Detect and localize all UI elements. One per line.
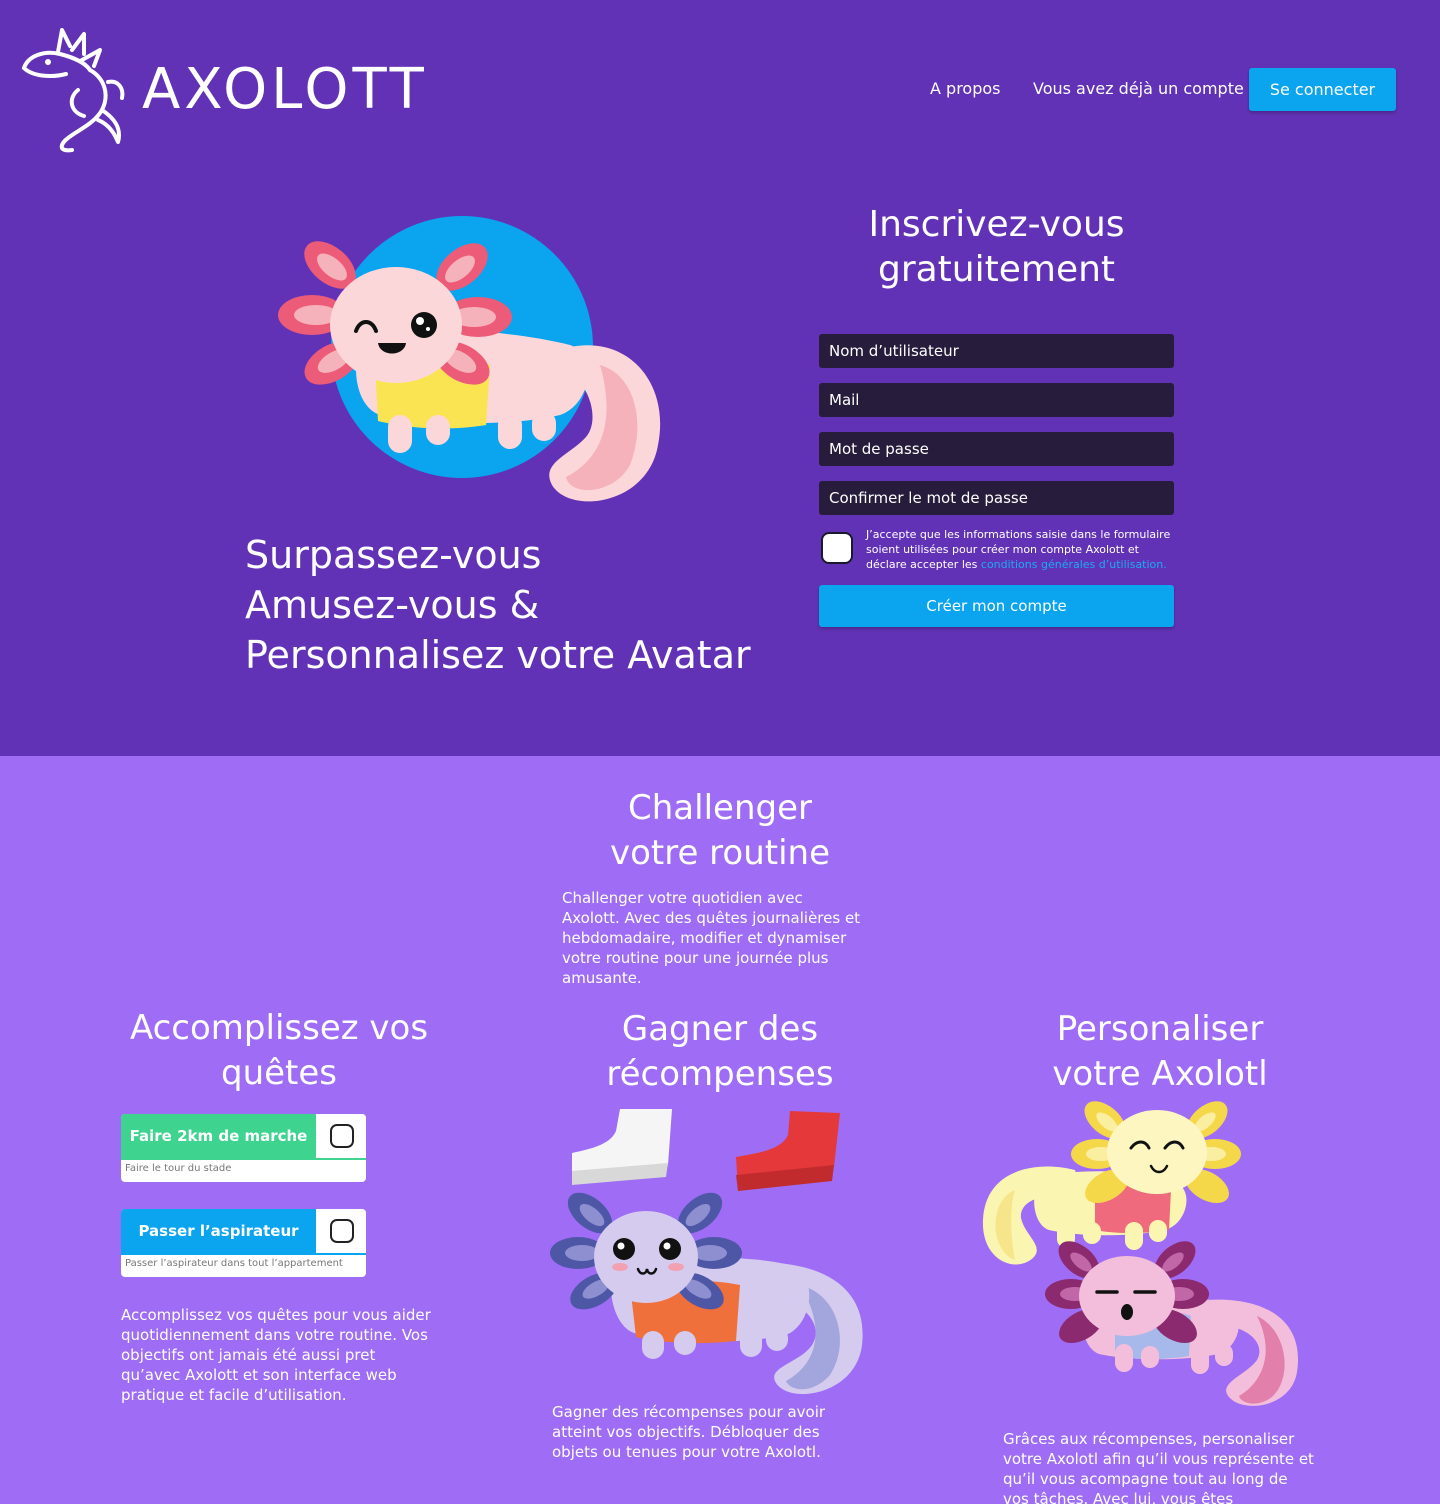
customize-title: Personaliser votre Axolotl xyxy=(1000,1007,1320,1097)
username-field[interactable] xyxy=(819,334,1174,368)
password-field[interactable] xyxy=(819,432,1174,466)
quest-checkbox[interactable] xyxy=(317,1209,366,1253)
customize-illustration xyxy=(982,1101,1299,1406)
consent-checkbox[interactable] xyxy=(821,532,853,564)
logo-text: AXOLOTT xyxy=(142,57,428,122)
customize-text: Grâces aux récompenses, personaliser vot… xyxy=(1003,1430,1314,1504)
login-button[interactable]: Se connecter xyxy=(1249,68,1396,111)
quest-card-header: Faire 2km de marche xyxy=(121,1114,316,1158)
rewards-title-line-1: Gagner des xyxy=(621,1009,819,1049)
quests-title: Accomplissez vos quêtes xyxy=(100,1006,458,1096)
red-boot-icon xyxy=(736,1111,840,1191)
logo[interactable]: AXOLOTT xyxy=(18,20,428,155)
quests-title-line-1: Accomplissez vos xyxy=(129,1008,429,1048)
quest-card[interactable]: Passer l’aspirateur Passer l’aspirateur … xyxy=(121,1209,366,1277)
routine-title: Challenger votre routine xyxy=(540,786,900,876)
nav-have-account-text: Vous avez déjà un compte ? xyxy=(1033,79,1258,98)
quest-title: Passer l’aspirateur xyxy=(138,1222,299,1240)
routine-title-line-1: Challenger xyxy=(628,788,812,828)
consent-text: J’accepte que les informations saisie da… xyxy=(866,527,1176,572)
signup-title: Inscrivez-vous gratuitement xyxy=(819,202,1174,292)
rewards-title: Gagner des récompenses xyxy=(560,1007,880,1097)
hero-axolotl-illustration xyxy=(278,216,661,502)
quest-divider xyxy=(121,1158,366,1160)
rewards-illustration xyxy=(550,1109,863,1395)
quest-subtitle: Faire le tour du stade xyxy=(125,1163,232,1174)
axolotl-logo-icon xyxy=(22,28,125,153)
routine-title-line-2: votre routine xyxy=(609,833,831,873)
hero-tagline-line-3: Personnalisez votre Avatar xyxy=(245,633,751,677)
rewards-text: Gagner des récompenses pour avoir attein… xyxy=(552,1403,826,1461)
routine-text: Challenger votre quotidien avec Axolott.… xyxy=(562,889,861,987)
quest-divider xyxy=(121,1253,366,1255)
customize-title-line-1: Personaliser xyxy=(1056,1009,1264,1049)
signup-title-line-2: gratuitement xyxy=(877,249,1116,290)
quest-card[interactable]: Faire 2km de marche Faire le tour du sta… xyxy=(121,1114,366,1182)
mail-field[interactable] xyxy=(819,383,1174,417)
quests-text: Accomplissez vos quêtes pour vous aider … xyxy=(121,1306,431,1404)
create-account-button[interactable]: Créer mon compte xyxy=(819,585,1174,627)
nav-about-link[interactable]: A propos xyxy=(930,79,1000,99)
signup-title-line-1: Inscrivez-vous xyxy=(868,204,1125,245)
quest-checkbox[interactable] xyxy=(317,1114,366,1158)
white-boot-icon xyxy=(572,1109,672,1185)
rewards-title-line-2: récompenses xyxy=(606,1054,834,1094)
quests-title-line-2: quêtes xyxy=(220,1053,337,1093)
confirm-password-field[interactable] xyxy=(819,481,1174,515)
hero-tagline-line-2: Amusez-vous & xyxy=(245,583,540,627)
hero-tagline-line-1: Surpassez-vous xyxy=(245,533,542,577)
quest-card-header: Passer l’aspirateur xyxy=(121,1209,316,1253)
quest-subtitle: Passer l’aspirateur dans tout l’appartem… xyxy=(125,1258,343,1269)
quest-title: Faire 2km de marche xyxy=(129,1127,308,1145)
hero-tagline: Surpassez-vous Amusez-vous & Personnalis… xyxy=(245,530,805,680)
terms-link[interactable]: conditions générales d’utilisation. xyxy=(981,558,1167,571)
